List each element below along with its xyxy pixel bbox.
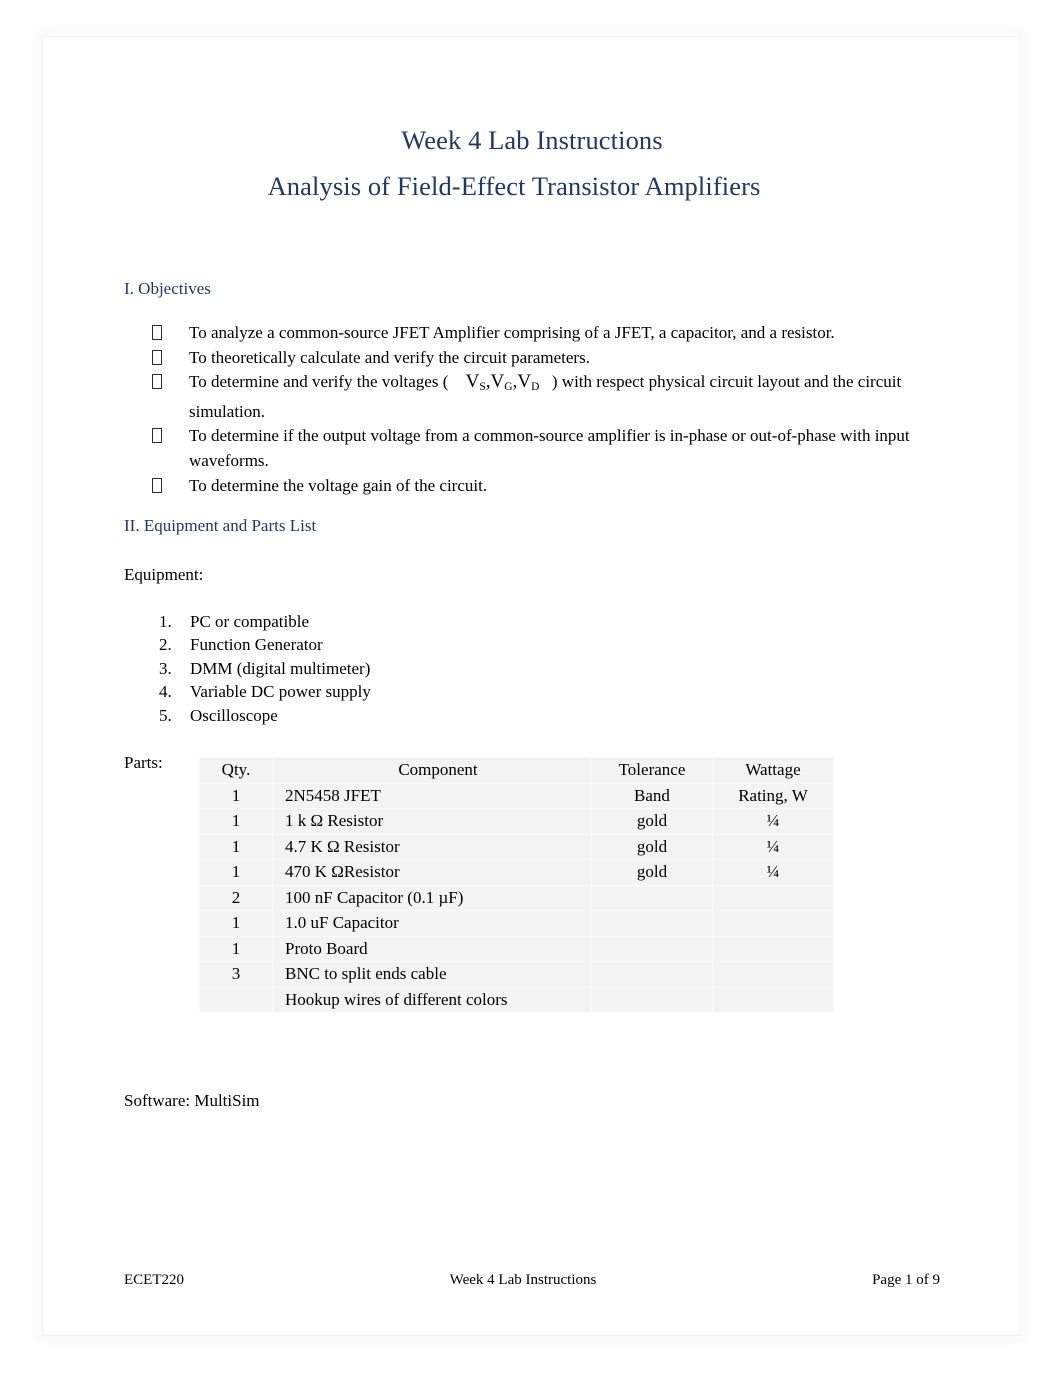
equipment-list-item: 1. PC or compatible: [124, 610, 724, 633]
document-title-line-2: Analysis of Field-Effect Transistor Ampl…: [267, 171, 761, 201]
bullet-missing-glyph-icon: [124, 321, 189, 346]
cell-tolerance: [591, 910, 713, 937]
cell-component: 100 nF Capacitor (0.1 µF): [272, 884, 592, 911]
cell-tolerance: gold: [591, 808, 713, 835]
table-row: 3 BNC to split ends cable: [199, 961, 834, 988]
list-label: Variable DC power supply: [190, 682, 371, 702]
section-heading-equipment-parts-list: II. Equipment and Parts List: [124, 516, 317, 535]
cell-component: 1 k Ω Resistor: [272, 808, 592, 835]
table-row: 1 Proto Board: [199, 935, 834, 962]
cell-qty: 1: [199, 782, 273, 809]
table-row: 1 470 K ΩResistor gold ¼: [199, 859, 834, 886]
cell-wattage: [712, 910, 834, 937]
table-row: 1 1.0 uF Capacitor: [199, 910, 834, 937]
parts-label: Parts:: [124, 753, 163, 772]
objective-item: To determine the voltage gain of the cir…: [124, 474, 924, 499]
cell-component: Hookup wires of different colors: [272, 986, 592, 1013]
list-number: 5.: [159, 705, 172, 725]
table-row: 1 2N5458 JFET Band Rating, W: [199, 782, 834, 809]
list-label: PC or compatible: [190, 612, 309, 631]
list-label: DMM (digital multimeter): [190, 658, 371, 678]
list-number: 3.: [159, 658, 172, 678]
cell-component: 470 K ΩResistor: [272, 859, 592, 886]
cell-qty: 1: [199, 859, 273, 886]
equipment-label: Equipment:: [124, 565, 204, 584]
cell-wattage: [712, 884, 834, 911]
cell-component: 4.7 K Ω Resistor: [272, 833, 592, 860]
objective-text: To analyze a common-source JFET Amplifie…: [189, 323, 835, 342]
cell-tolerance: [591, 884, 713, 911]
column-header-tolerance: Tolerance: [591, 757, 713, 784]
table-header-row: Qty. Component Tolerance Wattage: [199, 757, 834, 784]
cell-qty: 3: [199, 961, 273, 988]
objective-text-with-formula: To determine and verify the voltages ( V…: [189, 370, 924, 424]
table-row: 1 1 k Ω Resistor gold ¼: [199, 808, 834, 835]
table-row: 2 100 nF Capacitor (0.1 µF): [199, 884, 834, 911]
page-footer: ECET220 Week 4 Lab Instructions Page 1 o…: [43, 1269, 1021, 1295]
document-page: Week 4 Lab Instructions Analysis of Fiel…: [42, 36, 1020, 1336]
cell-tolerance: [591, 961, 713, 988]
objective-text: To theoretically calculate and verify th…: [189, 347, 590, 367]
document-title-line-1: Week 4 Lab Instructions: [401, 125, 663, 155]
column-header-wattage: Wattage: [712, 757, 834, 784]
cell-wattage: ¼: [712, 859, 834, 886]
bullet-missing-glyph-icon: [124, 474, 189, 499]
page-content-area: Week 4 Lab Instructions Analysis of Fiel…: [43, 37, 1021, 1337]
objectives-list: To analyze a common-source JFET Amplifie…: [124, 321, 924, 498]
equipment-list-item: 3. DMM (digital multimeter): [124, 657, 724, 680]
cell-component: BNC to split ends cable: [272, 961, 592, 988]
objective-item: To analyze a common-source JFET Amplifie…: [124, 321, 924, 346]
bullet-missing-glyph-icon: [124, 346, 189, 371]
bullet-missing-glyph-icon: [124, 424, 189, 449]
cell-wattage: [712, 986, 834, 1013]
objective-item: To theoretically calculate and verify th…: [124, 346, 924, 371]
objective-text: To determine if the output voltage from …: [189, 426, 910, 470]
cell-tolerance: gold: [591, 833, 713, 860]
cell-tolerance: [591, 986, 713, 1013]
list-number: 2.: [159, 635, 172, 655]
cell-component: Proto Board: [272, 935, 592, 962]
cell-wattage: ¼: [712, 833, 834, 860]
column-header-qty: Qty.: [199, 757, 273, 784]
objective-item: To determine if the output voltage from …: [124, 424, 924, 473]
cell-qty: [199, 986, 273, 1013]
equipment-numbered-list: 1. PC or compatible 2. Function Generato…: [124, 610, 724, 727]
parts-table: Qty. Component Tolerance Wattage 1 2N545…: [199, 757, 834, 1013]
list-number: 4.: [159, 682, 172, 702]
cell-qty: 1: [199, 833, 273, 860]
section-heading-objectives: I. Objectives: [124, 279, 211, 298]
cell-qty: 2: [199, 884, 273, 911]
objective-text-before-formula: To determine and verify the voltages (: [189, 372, 449, 392]
equipment-list-item: 2. Function Generator: [124, 633, 724, 656]
cell-tolerance: [591, 935, 713, 962]
list-number: 1.: [159, 612, 172, 631]
objective-text: To determine the voltage gain of the cir…: [189, 475, 488, 495]
equipment-list-item: 4. Variable DC power supply: [124, 680, 724, 703]
table-row: 1 4.7 K Ω Resistor gold ¼: [199, 833, 834, 860]
table-row: Hookup wires of different colors: [199, 986, 834, 1013]
cell-wattage: Rating, W: [712, 782, 834, 809]
parts-table-container: Qty. Component Tolerance Wattage 1 2N545…: [199, 757, 834, 1013]
cell-qty: 1: [199, 808, 273, 835]
cell-wattage: ¼: [712, 808, 834, 835]
footer-page-number: Page 1 of 9: [872, 1272, 940, 1288]
cell-wattage: [712, 935, 834, 962]
voltage-symbols-formula: VS,VG,VD: [465, 371, 540, 394]
cell-component: 2N5458 JFET: [272, 782, 592, 809]
cell-qty: 1: [199, 910, 273, 937]
bullet-missing-glyph-icon: [124, 370, 189, 395]
list-label: Oscilloscope: [190, 705, 278, 725]
objective-item: To determine and verify the voltages ( V…: [124, 370, 924, 424]
column-header-component: Component: [272, 757, 592, 784]
list-label: Function Generator: [190, 635, 323, 655]
equipment-list-item: 5. Oscilloscope: [124, 704, 724, 727]
cell-qty: 1: [199, 935, 273, 962]
cell-component: 1.0 uF Capacitor: [272, 910, 592, 937]
cell-tolerance: Band: [591, 782, 713, 809]
software-label: Software: MultiSim: [124, 1091, 260, 1110]
cell-tolerance: gold: [591, 859, 713, 886]
cell-wattage: [712, 961, 834, 988]
